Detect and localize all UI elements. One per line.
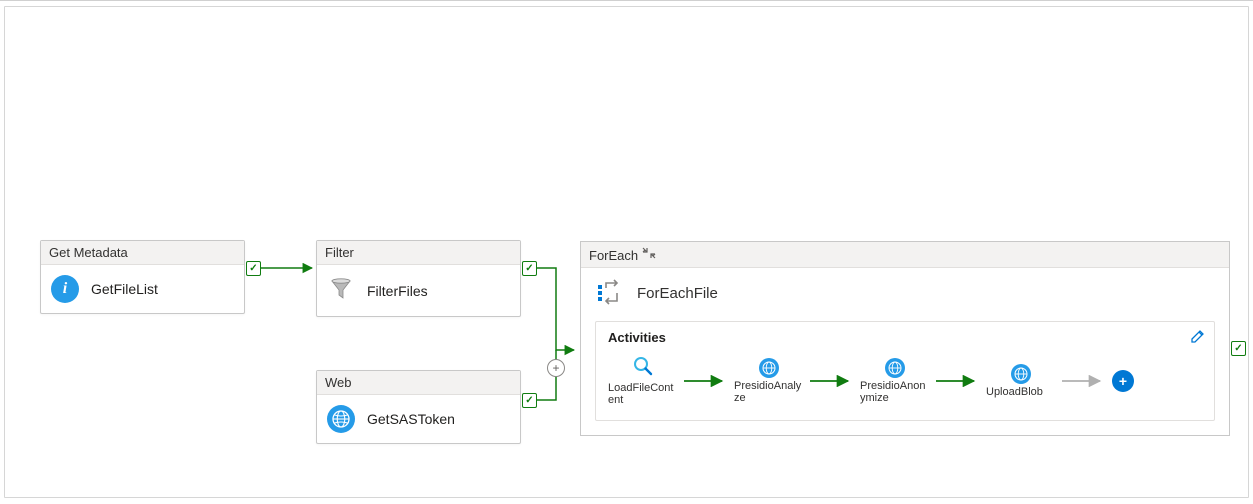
activity-get-metadata[interactable]: Get Metadata i GetFileList xyxy=(40,240,245,314)
flow-arrow xyxy=(684,375,728,387)
activity-filter[interactable]: Filter FilterFiles xyxy=(316,240,521,317)
add-activity-button[interactable]: + xyxy=(1112,370,1134,392)
check-icon: ✓ xyxy=(249,263,257,274)
check-icon: ✓ xyxy=(1234,343,1242,354)
edit-icon[interactable] xyxy=(1190,328,1206,347)
globe-icon xyxy=(759,358,779,378)
lookup-icon xyxy=(632,355,654,380)
success-badge: ✓ xyxy=(522,393,537,408)
activity-web[interactable]: Web GetSASToken xyxy=(316,370,521,444)
activity-type-label: Get Metadata xyxy=(49,245,128,260)
activities-row: LoadFileContent PresidioAnalyze xyxy=(608,355,1202,406)
inner-activity-label: LoadFileContent xyxy=(608,382,678,406)
success-badge: ✓ xyxy=(246,261,261,276)
inner-activity-label: PresidioAnonymize xyxy=(860,380,930,404)
activity-type-label: Filter xyxy=(325,245,354,260)
window-top-border xyxy=(0,0,1253,1)
activities-panel: Activities LoadFileContent xyxy=(595,321,1215,421)
activity-foreach[interactable]: ForEach ForEachFile Activities xyxy=(580,241,1230,436)
activity-name: FilterFiles xyxy=(367,283,428,299)
inner-activity-label: PresidioAnalyze xyxy=(734,380,804,404)
flow-arrow xyxy=(810,375,854,387)
activity-name: GetSASToken xyxy=(367,411,455,427)
inner-activity-label: UploadBlob xyxy=(986,386,1056,398)
globe-icon xyxy=(885,358,905,378)
info-icon: i xyxy=(51,275,79,303)
add-branch-button[interactable]: + xyxy=(547,359,565,377)
inner-activity-presidioanalyze[interactable]: PresidioAnalyze xyxy=(734,358,804,404)
collapse-icon[interactable] xyxy=(642,248,656,263)
flow-arrow-end xyxy=(1062,375,1106,387)
activity-name: GetFileList xyxy=(91,281,158,297)
activity-type-label: Web xyxy=(325,375,352,390)
activity-name: ForEachFile xyxy=(637,285,718,302)
activity-header: Filter xyxy=(317,241,520,265)
inner-activity-uploadblob[interactable]: UploadBlob xyxy=(986,364,1056,398)
inner-activity-loadfilecontent[interactable]: LoadFileContent xyxy=(608,355,678,406)
activity-header: Web xyxy=(317,371,520,395)
activity-header: Get Metadata xyxy=(41,241,244,265)
globe-icon xyxy=(327,405,355,433)
activity-header: ForEach xyxy=(581,242,1229,268)
globe-icon xyxy=(1011,364,1031,384)
inner-activity-presidioanonymize[interactable]: PresidioAnonymize xyxy=(860,358,930,404)
success-badge: ✓ xyxy=(522,261,537,276)
foreach-icon xyxy=(595,278,623,309)
success-badge: ✓ xyxy=(1231,341,1246,356)
funnel-icon xyxy=(327,275,355,306)
activity-type-label: ForEach xyxy=(589,248,638,263)
check-icon: ✓ xyxy=(525,395,533,406)
check-icon: ✓ xyxy=(525,263,533,274)
flow-arrow xyxy=(936,375,980,387)
activities-title: Activities xyxy=(608,330,1202,345)
